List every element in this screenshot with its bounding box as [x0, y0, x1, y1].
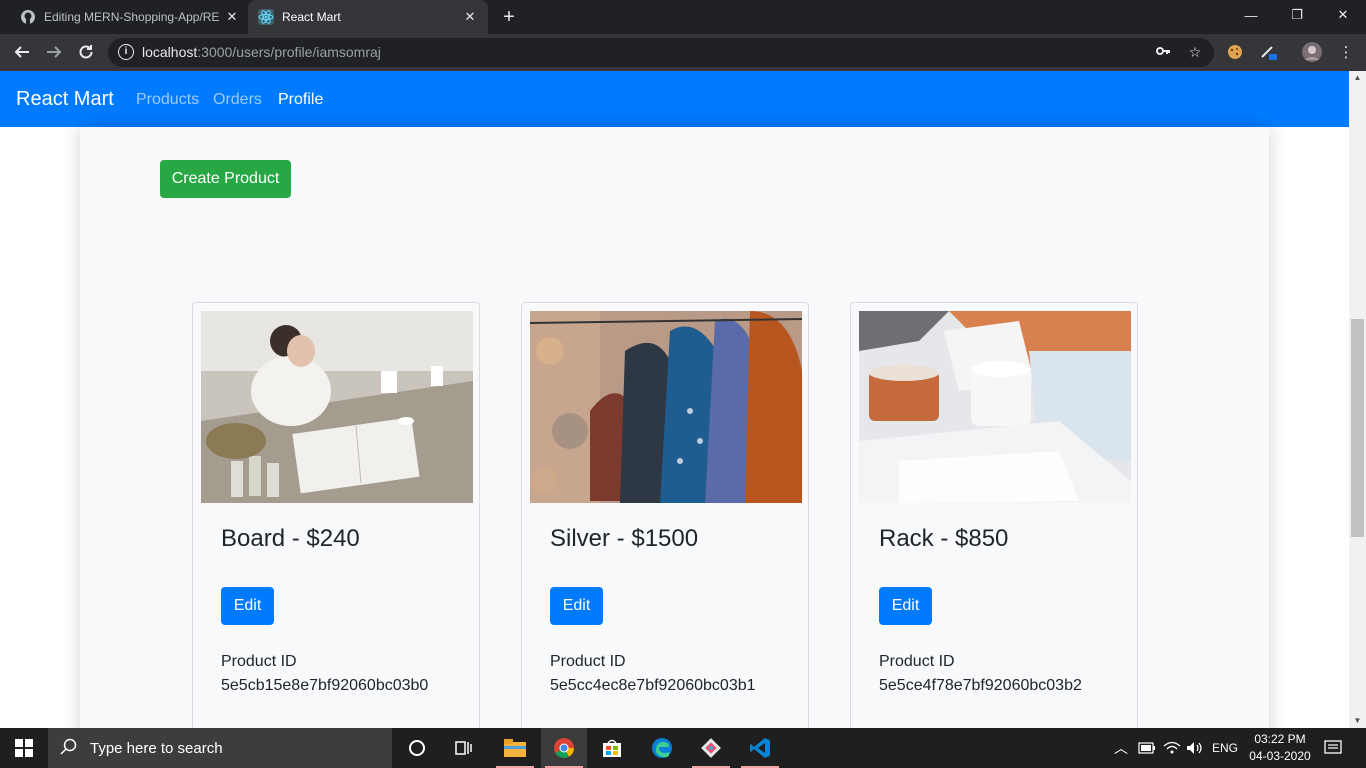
wifi-icon[interactable] [1163, 728, 1181, 768]
git-kraken-icon[interactable] [688, 728, 734, 768]
close-window-icon[interactable]: ✕ [1320, 0, 1366, 30]
restore-icon[interactable]: ❐ [1274, 0, 1320, 30]
store-icon[interactable] [589, 728, 635, 768]
pen-extension-icon[interactable] [1258, 42, 1278, 62]
windows-taskbar: Type here to search ︿ ENG 03:22 PM 04-03… [0, 728, 1366, 768]
product-id-value: 5e5cb15e8e7bf92060bc03b0 [221, 677, 429, 694]
url-text: localhost:3000/users/profile/iamsomraj [142, 44, 381, 60]
product-id-value: 5e5cc4ec8e7bf92060bc03b1 [550, 677, 756, 694]
notifications-icon[interactable] [1324, 728, 1342, 768]
product-image [859, 311, 1131, 503]
brand-link[interactable]: React Mart [16, 88, 114, 111]
product-image [530, 311, 802, 503]
browser-tab-react-mart[interactable]: React Mart ✕ [248, 0, 488, 34]
product-id-label: Product ID [879, 653, 955, 670]
product-title: Silver - $1500 [550, 525, 699, 552]
star-icon[interactable]: ☆ [1186, 43, 1204, 61]
vscode-icon[interactable] [737, 728, 783, 768]
search-placeholder: Type here to search [90, 739, 223, 757]
product-title: Board - $240 [221, 525, 360, 552]
page-scrollbar[interactable]: ▲ ▼ [1349, 71, 1366, 728]
browser-tab-github[interactable]: Editing MERN-Shopping-App/RE ✕ [10, 0, 250, 34]
back-arrow-icon[interactable] [10, 40, 34, 64]
battery-icon[interactable] [1138, 728, 1156, 768]
minimize-icon[interactable]: — [1228, 0, 1274, 30]
product-card: Board - $240 Edit Product ID 5e5cb15e8e7… [192, 302, 480, 728]
react-icon [258, 9, 274, 25]
key-icon[interactable] [1154, 43, 1172, 61]
taskbar-clock[interactable]: 03:22 PM 04-03-2020 [1240, 731, 1320, 765]
avatar-icon[interactable] [1302, 42, 1322, 62]
plus-icon[interactable]: + [498, 6, 520, 28]
nav-link-products[interactable]: Products [136, 91, 199, 109]
chrome-icon[interactable] [541, 728, 587, 768]
web-page: React Mart Products Orders Profile Creat… [0, 71, 1349, 728]
clock-time: 03:22 PM [1254, 732, 1306, 746]
chevron-up-icon[interactable]: ︿ [1114, 738, 1128, 758]
profile-container: Create Product Board - $240 Edit Product… [80, 127, 1269, 728]
browser-tab-strip: Editing MERN-Shopping-App/RE ✕ React Mar… [0, 0, 1366, 34]
create-product-button[interactable]: Create Product [160, 160, 291, 198]
nav-link-orders[interactable]: Orders [213, 91, 262, 109]
show-hidden-icons[interactable]: ︿ [1114, 728, 1128, 768]
task-view-icon[interactable] [440, 728, 486, 768]
edit-button[interactable]: Edit [550, 587, 603, 625]
product-id-value: 5e5ce4f78e7bf92060bc03b2 [879, 677, 1082, 694]
file-explorer-icon[interactable] [492, 728, 538, 768]
windows-start-icon[interactable] [0, 728, 48, 768]
cookie-extension-icon[interactable] [1225, 42, 1245, 62]
product-card: Silver - $1500 Edit Product ID 5e5cc4ec8… [521, 302, 809, 728]
edit-button[interactable]: Edit [221, 587, 274, 625]
edit-button[interactable]: Edit [879, 587, 932, 625]
clock-date: 04-03-2020 [1249, 749, 1311, 763]
search-icon [60, 738, 80, 758]
info-icon[interactable]: i [118, 44, 134, 60]
close-tab-icon[interactable]: ✕ [462, 9, 478, 25]
language-indicator[interactable]: ENG [1212, 728, 1238, 768]
forward-arrow-icon[interactable] [42, 40, 66, 64]
product-image [201, 311, 473, 503]
cortana-icon[interactable] [394, 728, 440, 768]
kebab-menu-icon[interactable]: ⋮ [1336, 42, 1356, 62]
reload-icon[interactable] [74, 40, 98, 64]
close-tab-icon[interactable]: ✕ [224, 9, 240, 25]
address-bar[interactable]: i localhost:3000/users/profile/iamsomraj… [108, 38, 1214, 67]
browser-tab-title: Editing MERN-Shopping-App/RE [44, 10, 220, 24]
browser-toolbar: i localhost:3000/users/profile/iamsomraj… [0, 34, 1366, 71]
volume-icon[interactable] [1186, 728, 1204, 768]
nav-link-profile[interactable]: Profile [278, 91, 323, 109]
scrollbar-thumb[interactable] [1351, 319, 1364, 537]
product-title: Rack - $850 [879, 525, 1009, 552]
taskbar-search-input[interactable]: Type here to search [48, 728, 392, 768]
github-icon [20, 9, 36, 25]
scroll-up-icon[interactable]: ▲ [1349, 71, 1366, 85]
edge-icon[interactable] [639, 728, 685, 768]
scroll-down-icon[interactable]: ▼ [1349, 714, 1366, 728]
browser-tab-title: React Mart [282, 10, 341, 24]
product-card: Rack - $850 Edit Product ID 5e5ce4f78e7b… [850, 302, 1138, 728]
product-id-label: Product ID [221, 653, 297, 670]
app-navbar: React Mart Products Orders Profile [0, 71, 1349, 127]
product-id-label: Product ID [550, 653, 626, 670]
